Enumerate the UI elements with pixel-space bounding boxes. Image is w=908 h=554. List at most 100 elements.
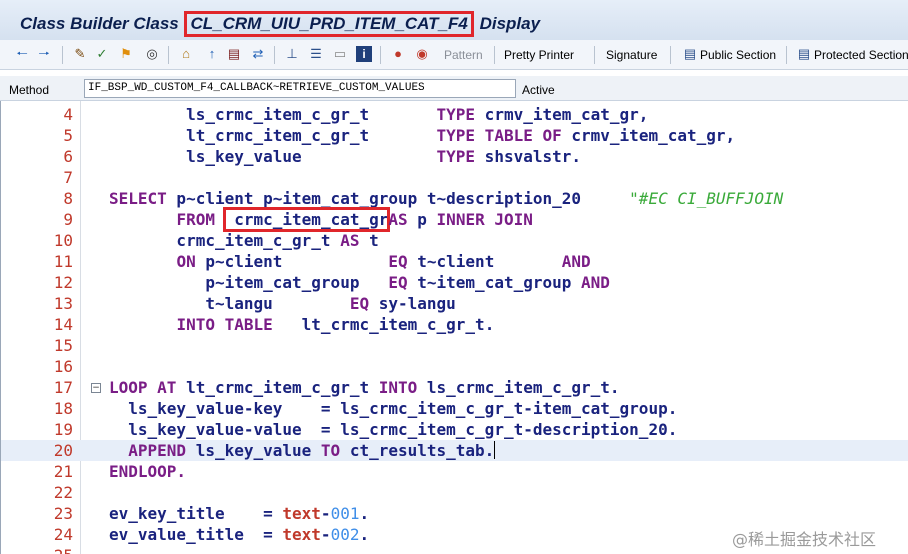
toolbar-separator [670,46,671,64]
code-line[interactable]: 16 [1,356,908,377]
code-text: p~item_cat_group EQ t~item_cat_group AND [109,272,610,293]
toolbar-separator [380,46,381,64]
where-used-icon[interactable]: ◎ [144,46,160,62]
method-name-field[interactable]: IF_BSP_WD_CUSTOM_F4_CALLBACK~RETRIEVE_CU… [84,79,516,98]
line-number: 20 [53,441,73,460]
code-token: t~client [407,252,562,271]
code-token: ct_results_tab. [340,441,495,460]
line-number: 10 [53,231,73,250]
code-token: ls_key_value-key = ls_crmc_item_c_gr_t-i… [109,399,678,418]
code-line[interactable]: 9 FROM crmc_item_cat_grAS p INNER JOIN [1,207,908,232]
code-text: ev_value_title = text-002. [109,524,369,545]
session-breakpoint-icon[interactable]: ◉ [414,46,430,62]
line-number: 16 [53,357,73,376]
toolbar-separator [274,46,275,64]
change-display-icon[interactable]: ✎ [72,46,88,62]
code-line[interactable]: 6 ls_key_value TYPE shsvalstr. [1,146,908,167]
title-prefix: Class Builder Class [20,14,184,33]
keyword-token: EQ [388,252,408,271]
code-line[interactable]: 19 ls_key_value-value = ls_crmc_item_c_g… [1,419,908,440]
code-line[interactable]: 12 p~item_cat_group EQ t~item_cat_group … [1,272,908,293]
forward-arrow-icon[interactable]: 🠒 [36,46,52,62]
keyword-token: SELECT [109,189,167,208]
code-line[interactable]: 10 crmc_item_c_gr_t AS t [1,230,908,251]
code-text: ls_key_value TYPE shsvalstr. [109,146,581,167]
frame-icon[interactable]: ▭ [332,46,348,62]
code-token: p~item_cat_group [109,273,389,292]
keyword-token: ENDLOOP. [109,462,187,481]
code-token: crmv_item_cat_gr, [475,105,649,124]
code-text: ON p~client EQ t~client AND [109,251,590,272]
window-title: Class Builder Class CL_CRM_UIU_PRD_ITEM_… [20,11,540,37]
code-token: p [407,210,437,229]
navigation-icon[interactable]: ↑ [204,46,220,62]
code-token: 002 [330,525,360,544]
code-line[interactable]: 15 [1,335,908,356]
abap-code-editor[interactable]: 4 ls_crmc_item_c_gr_t TYPE crmv_item_cat… [0,101,908,554]
code-line[interactable]: 22 [1,482,908,503]
code-line[interactable]: 13 t~langu EQ sy-langu [1,293,908,314]
line-number: 22 [53,483,73,502]
stack-icon[interactable]: ☰ [308,46,324,62]
code-token: shsvalstr. [475,147,582,166]
code-line[interactable]: 18 ls_key_value-key = ls_crmc_item_c_gr_… [1,398,908,419]
public-section-button[interactable]: Public Section [700,45,776,65]
display-object-icon[interactable]: ▤ [226,46,242,62]
toolbar-separator [168,46,169,64]
code-token: ls_key_value [109,147,437,166]
code-line[interactable]: 11 ON p~client EQ t~client AND [1,251,908,272]
code-text: lt_crmc_item_c_gr_t TYPE TABLE OF crmv_i… [109,125,735,146]
signature-button[interactable]: Signature [606,45,657,65]
code-token: - [320,504,331,523]
activate-icon[interactable]: ⚑ [118,46,134,62]
line-number: 6 [63,147,73,166]
back-arrow-icon[interactable]: 🠐 [14,46,30,62]
line-number: 17 [53,378,73,397]
code-text: FROM crmc_item_cat_grAS p INNER JOIN [109,207,533,232]
code-token: ev_key_title = [109,504,283,523]
code-text: ls_key_value-value = ls_crmc_item_c_gr_t… [109,419,677,440]
breakpoint-icon[interactable]: ● [390,46,406,62]
line-number: 24 [53,525,73,544]
code-line[interactable]: 14 INTO TABLE lt_crmc_item_c_gr_t. [1,314,908,335]
code-line[interactable]: 8 SELECT p~client p~item_cat_group t~desc… [1,188,908,209]
line-number: 14 [53,315,73,334]
code-token: ls_crmc_item_c_gr_t [109,105,437,124]
keyword-token: TO [320,441,341,460]
pretty-printer-button[interactable]: Pretty Printer [504,45,574,65]
code-token: p~client p~item_cat_group t~description_… [166,189,630,208]
code-text: LOOP AT lt_crmc_item_c_gr_t INTO ls_crmc… [109,377,620,398]
enhance-icon[interactable]: ⇄ [250,46,266,62]
line-number: 13 [53,294,73,313]
code-line[interactable]: 4 ls_crmc_item_c_gr_t TYPE crmv_item_cat… [1,104,908,125]
info-icon[interactable]: i [356,46,372,62]
code-line[interactable]: 7 [1,167,908,188]
keyword-token: AS [340,231,360,250]
protected-section-button[interactable]: Protected Section [814,45,908,65]
collapse-block-icon[interactable]: − [91,383,101,393]
code-token: ls_key_value-value = ls_crmc_item_c_gr_t… [109,420,678,439]
code-token: lt_crmc_item_c_gr_t [109,126,437,145]
code-token: . [359,504,370,523]
object-list-icon[interactable]: ⌂ [178,46,194,62]
line-number: 4 [63,105,73,124]
hierarchy-icon[interactable]: ⊥ [284,46,300,62]
line-number: 9 [63,210,73,229]
code-line[interactable]: 20 APPEND ls_key_value TO ct_results_tab… [1,440,908,461]
code-line[interactable]: 5 lt_crmc_item_c_gr_t TYPE TABLE OF crmv… [1,125,908,146]
application-toolbar: 🠐 🠒 ✎ ✓ ⚑ ◎ ⌂ ↑ ▤ ⇄ ⊥ ☰ ▭ i ● ◉ Pattern … [0,40,908,70]
code-line[interactable]: 21 ENDLOOP. [1,461,908,482]
line-number: 8 [63,189,73,208]
pattern-button[interactable]: Pattern [444,45,483,65]
highlighted-table-name: crmc_item_cat_gr [222,207,391,232]
check-icon[interactable]: ✓ [94,46,110,62]
toolbar-separator [594,46,595,64]
keyword-token: INNER JOIN [436,210,533,229]
code-line[interactable]: 17 − LOOP AT lt_crmc_item_c_gr_t INTO ls_c… [1,377,908,398]
keyword-token: TYPE TABLE OF [436,126,562,145]
code-line[interactable]: 23 ev_key_title = text-001. [1,503,908,524]
code-token: 001 [330,504,360,523]
